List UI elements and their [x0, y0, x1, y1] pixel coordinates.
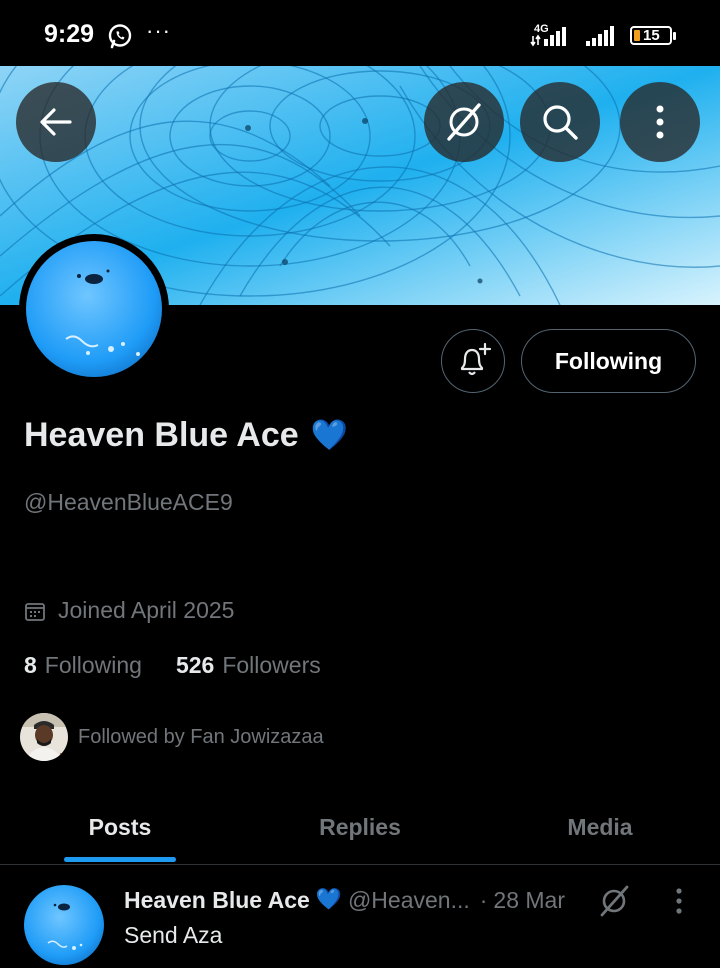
- profile-avatar[interactable]: [19, 234, 169, 384]
- joined-date: Joined April 2025: [24, 597, 234, 624]
- profile-tabs: Posts Replies Media: [0, 790, 720, 865]
- battery-level: 15: [643, 27, 660, 44]
- post-grok-button[interactable]: [597, 884, 631, 923]
- back-button[interactable]: [16, 82, 96, 162]
- notification-more-icon: ···: [146, 18, 171, 43]
- grok-icon: [447, 103, 481, 141]
- post-blue-heart-icon: 💙: [315, 888, 342, 911]
- following-button[interactable]: Following: [521, 329, 696, 393]
- status-bar: 9:29 ··· 4G 15: [0, 0, 720, 66]
- post-separator: ·: [479, 886, 488, 913]
- avatar-image: [26, 241, 162, 377]
- follow-stats: 8 Following 526 Followers: [24, 652, 321, 679]
- tab-replies[interactable]: Replies: [240, 790, 480, 864]
- follower-avatar: [20, 713, 68, 761]
- following-count-link[interactable]: 8 Following: [24, 652, 142, 679]
- status-time: 9:29: [44, 20, 95, 48]
- following-count: 8: [24, 652, 37, 678]
- battery-icon: 15: [630, 26, 672, 45]
- joined-text: Joined April 2025: [58, 597, 235, 623]
- profile-handle: @HeavenBlueACE9: [24, 489, 233, 515]
- followed-by-text: Followed by Fan Jowizazaa: [78, 725, 324, 748]
- more-options-button[interactable]: [620, 82, 700, 162]
- more-vertical-icon: [676, 888, 682, 914]
- followers-count: 526: [175, 652, 215, 678]
- search-icon: [543, 105, 578, 140]
- followers-count-link[interactable]: 526 Followers: [176, 652, 321, 679]
- grok-button[interactable]: [424, 82, 504, 162]
- tab-posts[interactable]: Posts: [0, 790, 240, 864]
- notify-button[interactable]: [441, 329, 505, 393]
- post-author-handle[interactable]: @Heaven...: [348, 887, 470, 914]
- post-header: Heaven Blue Ace 💙 @Heaven... · 28 Mar: [124, 884, 565, 916]
- display-name-text: Heaven Blue Ace: [24, 416, 299, 454]
- post-author-avatar[interactable]: [24, 885, 104, 965]
- search-button[interactable]: [520, 82, 600, 162]
- network-type-label: 4G: [534, 23, 549, 35]
- post-text: Send Aza: [124, 922, 223, 948]
- following-label: Following: [44, 652, 142, 678]
- active-tab-indicator: [64, 857, 176, 862]
- followers-label: Followers: [222, 652, 321, 678]
- whatsapp-icon: [107, 23, 133, 54]
- post-more-button[interactable]: [672, 886, 686, 921]
- tab-media[interactable]: Media: [480, 790, 720, 864]
- calendar-icon: [25, 602, 45, 621]
- followed-by-row[interactable]: Followed by Fan Jowizazaa: [20, 713, 324, 761]
- post-author-name[interactable]: Heaven Blue Ace: [124, 887, 310, 914]
- bell-plus-icon: [460, 342, 492, 376]
- post-date[interactable]: 28 Mar: [493, 887, 565, 914]
- more-vertical-icon: [656, 105, 664, 139]
- signal-icon: 4G: [530, 22, 625, 55]
- arrow-left-icon: [40, 108, 72, 136]
- grok-icon: [600, 885, 629, 917]
- blue-heart-icon: 💙: [310, 419, 348, 452]
- display-name: Heaven Blue Ace 💙: [24, 416, 348, 455]
